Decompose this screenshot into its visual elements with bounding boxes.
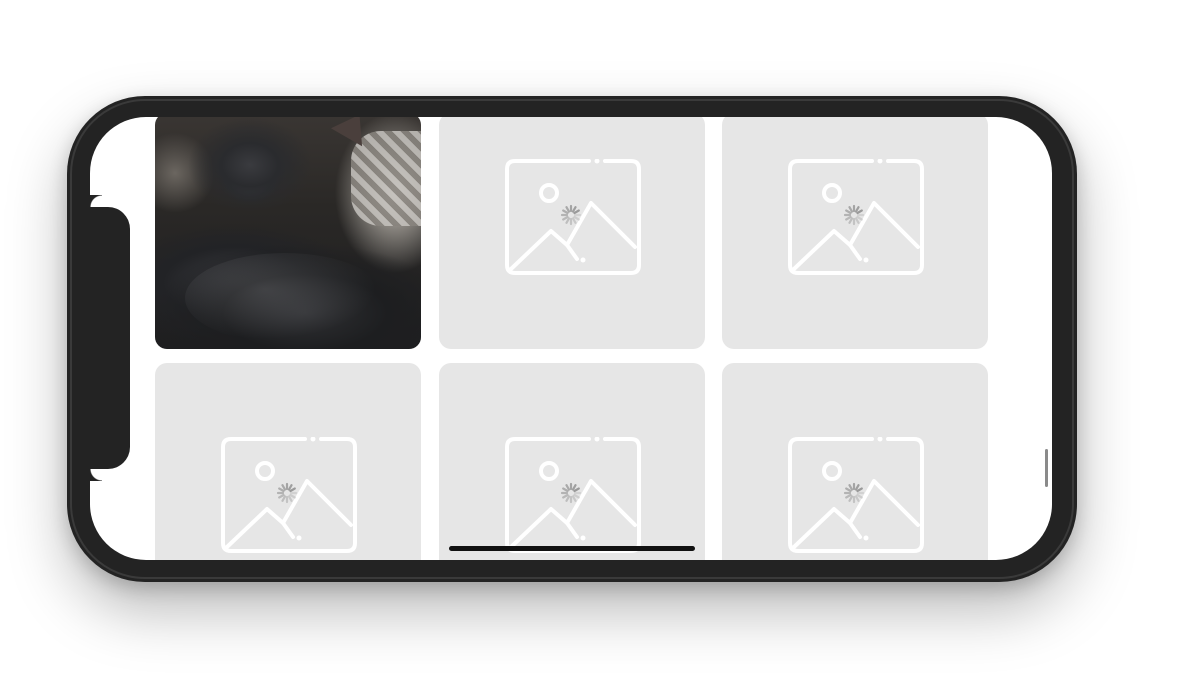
spinner-spoke (854, 217, 860, 224)
mountain-ridge (565, 243, 579, 261)
spinner-spoke (565, 206, 571, 213)
sensor-notch (90, 207, 130, 469)
spinner-spoke (573, 215, 580, 221)
spinner-spoke (289, 493, 296, 499)
loading-spinner-icon (843, 482, 865, 504)
loading-spinner-icon (560, 482, 582, 504)
sun-icon (539, 183, 559, 203)
spinner-spoke (573, 209, 580, 215)
loading-spinner-icon (560, 204, 582, 226)
photo-tile-loading[interactable] (722, 363, 988, 560)
spinner-spoke (287, 484, 293, 491)
spinner-spoke (856, 209, 863, 215)
spinner-spoke (278, 487, 285, 493)
ridge-dot (863, 257, 869, 263)
mountains-icon (792, 201, 920, 271)
spinner-spoke (562, 209, 569, 215)
spinner-spoke (281, 495, 287, 502)
spinner-spoke (848, 206, 854, 213)
spinner-spoke (573, 487, 580, 493)
photo-grid (155, 117, 989, 560)
stage (0, 0, 1200, 677)
loading-spinner-icon (276, 482, 298, 504)
frame-dot (877, 437, 883, 442)
ridge-dot (580, 535, 586, 541)
sun-icon (822, 183, 842, 203)
sun-icon (539, 461, 559, 481)
spinner-spoke (848, 484, 854, 491)
mountain-ridge (565, 521, 579, 539)
ridge-dot (580, 257, 586, 263)
image-placeholder-icon (505, 437, 641, 553)
photo-tile-loading[interactable] (155, 363, 421, 560)
spinner-spoke (845, 209, 852, 215)
photo-tile-loaded[interactable] (155, 117, 421, 349)
fur-highlight (185, 253, 385, 343)
spinner-spoke (856, 487, 863, 493)
image-placeholder-icon (788, 437, 924, 553)
spinner-spoke (848, 495, 854, 502)
mountains-icon (225, 479, 353, 549)
ridge-dot (296, 535, 302, 541)
photo-tile-loading[interactable] (722, 117, 988, 349)
frame-dot (310, 437, 316, 442)
spinner-spoke (562, 493, 569, 499)
spinner-spoke (573, 493, 580, 499)
ridge-dot (863, 535, 869, 541)
spinner-spoke (571, 495, 577, 502)
spinner-spoke (562, 215, 569, 221)
mountain-ridge (848, 243, 862, 261)
spinner-spoke (856, 493, 863, 499)
sun-icon (822, 461, 842, 481)
spinner-spoke (565, 495, 571, 502)
frame-dot (594, 159, 600, 164)
sun-icon (255, 461, 275, 481)
mountain-ridge (281, 521, 295, 539)
spinner-spoke (562, 487, 569, 493)
mountain-ridge (848, 521, 862, 539)
spinner-spoke (845, 487, 852, 493)
spinner-spoke (565, 217, 571, 224)
spinner-spoke (278, 493, 285, 499)
spinner-spoke (848, 217, 854, 224)
cat-photo-image (155, 117, 421, 349)
mountains-icon (792, 479, 920, 549)
photo-tile-loading[interactable] (439, 363, 705, 560)
spinner-spoke (287, 495, 293, 502)
spinner-spoke (854, 495, 860, 502)
spinner-spoke (571, 206, 577, 213)
spinner-spoke (856, 215, 863, 221)
image-placeholder-icon (505, 159, 641, 275)
frame-dot (594, 437, 600, 442)
mountains-icon (509, 479, 637, 549)
frame-dot (877, 159, 883, 164)
spinner-spoke (845, 493, 852, 499)
mountains-icon (509, 201, 637, 271)
image-placeholder-icon (221, 437, 357, 553)
spinner-spoke (571, 217, 577, 224)
scroll-indicator[interactable] (1045, 449, 1048, 487)
spinner-spoke (565, 484, 571, 491)
spinner-spoke (854, 484, 860, 491)
spinner-spoke (281, 484, 287, 491)
loading-spinner-icon (843, 204, 865, 226)
spinner-spoke (845, 215, 852, 221)
image-placeholder-icon (788, 159, 924, 275)
spinner-spoke (571, 484, 577, 491)
spinner-spoke (289, 487, 296, 493)
home-indicator[interactable] (449, 546, 695, 551)
photo-tile-loading[interactable] (439, 117, 705, 349)
spinner-spoke (854, 206, 860, 213)
